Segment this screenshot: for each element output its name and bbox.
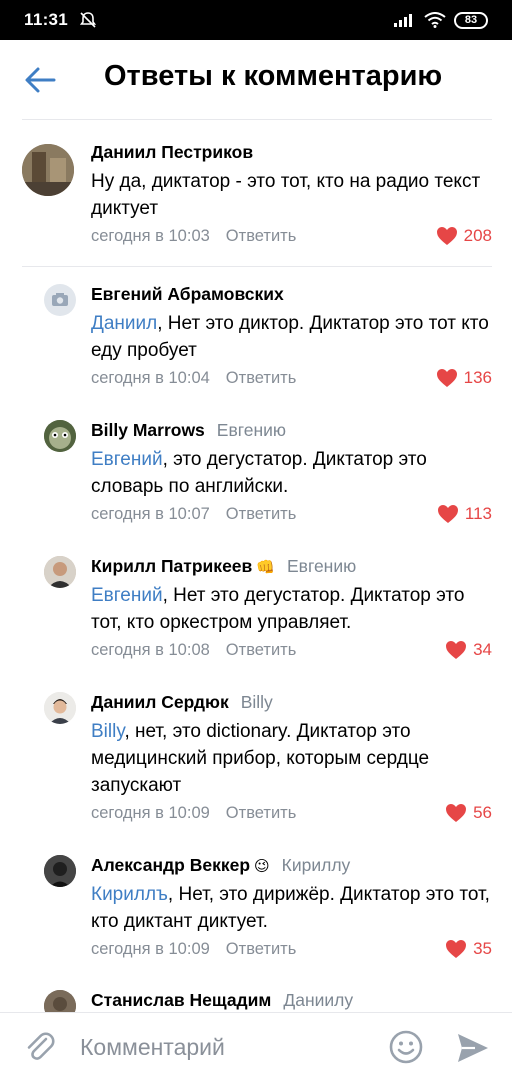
camera-icon — [52, 293, 68, 306]
author-name[interactable]: Станислав Нещадим — [91, 990, 271, 1011]
like-button[interactable]: 113 — [437, 504, 492, 524]
comment-input[interactable] — [80, 1027, 370, 1067]
status-bar: 11:31 83 — [0, 0, 512, 40]
like-button[interactable]: 56 — [445, 803, 492, 823]
emoji-icon[interactable] — [388, 1029, 424, 1065]
send-icon[interactable] — [455, 1030, 491, 1066]
heart-icon — [446, 641, 467, 659]
notifications-off-icon — [79, 12, 97, 28]
mention-link[interactable]: Кириллъ — [91, 884, 168, 905]
status-time: 11:31 — [24, 10, 69, 29]
battery-icon: 83 — [454, 11, 488, 29]
like-count: 56 — [473, 803, 492, 822]
reply-button[interactable]: Ответить — [226, 369, 297, 388]
like-button[interactable]: 34 — [445, 640, 492, 660]
avatar[interactable] — [22, 144, 74, 196]
reply-button[interactable]: Ответить — [226, 804, 297, 823]
mention-link[interactable]: Евгений — [91, 585, 163, 606]
arrow-left-icon — [25, 67, 56, 93]
avatar-photo — [44, 855, 76, 887]
avatar[interactable] — [44, 284, 76, 316]
comment-date: сегодня в 10:07 — [91, 504, 210, 523]
mention-link[interactable]: Billy — [91, 721, 124, 742]
like-count: 34 — [473, 640, 492, 659]
like-button[interactable]: 208 — [436, 226, 492, 246]
back-button[interactable] — [10, 50, 70, 110]
signal-icon — [394, 14, 412, 27]
author-name[interactable]: Кирилл Патрикеев — [91, 556, 252, 577]
avatar-photo — [22, 144, 74, 196]
header-divider — [22, 119, 492, 120]
heart-icon — [436, 227, 457, 245]
avatar-photo — [44, 692, 76, 724]
comment-date: сегодня в 10:09 — [91, 803, 210, 822]
reply-button[interactable]: Ответить — [226, 641, 297, 660]
avatar[interactable] — [44, 420, 76, 452]
comment-item: Александр Веккер 😉 Кириллу Кириллъ, Нет,… — [0, 855, 512, 965]
avatar[interactable] — [44, 556, 76, 588]
author-name[interactable]: Евгений Абрамовских — [91, 284, 284, 305]
emoji-status: 😉 — [254, 858, 270, 875]
like-count: 35 — [473, 939, 492, 958]
heart-icon — [446, 804, 467, 822]
avatar-photo — [44, 990, 76, 1012]
avatar[interactable] — [44, 855, 76, 887]
page-title: Ответы к комментарию — [104, 60, 443, 92]
like-button[interactable]: 136 — [436, 368, 492, 388]
comment-text: Даниил, Нет это диктор. Диктатор это тот… — [91, 310, 492, 364]
reply-to-label[interactable]: Billy — [241, 692, 273, 713]
comment-date: сегодня в 10:09 — [91, 939, 210, 958]
attach-icon[interactable] — [22, 1029, 58, 1065]
author-name[interactable]: Александр Веккер — [91, 855, 250, 876]
thread-divider — [22, 266, 492, 267]
comment-item: Евгений Абрамовских Даниил, Нет это дикт… — [0, 284, 512, 394]
like-count: 208 — [463, 226, 492, 245]
comment-date: сегодня в 10:03 — [91, 226, 210, 245]
comment-text-body: , нет, это dictionary. Диктатор это меди… — [91, 721, 430, 796]
reply-to-label[interactable]: Евгению — [217, 420, 286, 441]
comment-item: Billy Marrows Евгению Евгений, это дегус… — [0, 420, 512, 530]
comment-date: сегодня в 10:04 — [91, 368, 210, 387]
comment-text: Кириллъ, Нет, это дирижёр. Диктатор это … — [91, 881, 492, 935]
like-count: 113 — [464, 504, 492, 523]
reply-button[interactable]: Ответить — [226, 227, 297, 246]
author-name[interactable]: Даниил Пестриков — [91, 142, 253, 163]
avatar[interactable] — [44, 692, 76, 724]
author-name[interactable]: Billy Marrows — [91, 420, 205, 441]
comment-text: Евгений, это дегустатор. Диктатор это сл… — [91, 446, 492, 500]
comment-text: Ну да, диктатор - это тот, кто на радио … — [91, 171, 481, 219]
mention-link[interactable]: Даниил — [91, 313, 157, 334]
comment-text: Billy, нет, это dictionary. Диктатор это… — [91, 718, 492, 799]
comment-item: Станислав Нещадим Даниилу — [0, 990, 512, 1012]
comment-date: сегодня в 10:08 — [91, 640, 210, 659]
author-name[interactable]: Даниил Сердюк — [91, 692, 229, 713]
reply-to-label[interactable]: Даниилу — [283, 990, 353, 1011]
comment-item: Кирилл Патрикеев 👊 Евгению Евгений, Нет … — [0, 556, 512, 666]
reply-button[interactable]: Ответить — [226, 505, 297, 524]
wifi-icon — [424, 12, 446, 28]
emoji-status: 👊 — [256, 559, 275, 576]
reply-to-label[interactable]: Евгению — [287, 556, 356, 577]
like-count: 136 — [463, 368, 492, 387]
comment-item: Даниил Сердюк Billy Billy, нет, это dict… — [0, 692, 512, 832]
mention-link[interactable]: Евгений — [91, 449, 163, 470]
avatar-photo — [44, 420, 76, 452]
avatar[interactable] — [44, 990, 76, 1012]
heart-icon — [437, 505, 458, 523]
comment-text: Евгений, Нет это дегустатор. Диктатор эт… — [91, 582, 492, 636]
avatar-photo — [44, 556, 76, 588]
like-button[interactable]: 35 — [445, 939, 492, 959]
reply-button[interactable]: Ответить — [226, 940, 297, 959]
heart-icon — [446, 940, 467, 958]
heart-icon — [436, 369, 457, 387]
comment-composer — [0, 1012, 512, 1080]
comment-item: Даниил Пестриков Ну да, диктатор - это т… — [0, 142, 512, 262]
reply-to-label[interactable]: Кириллу — [282, 855, 351, 876]
header: Ответы к комментарию — [0, 40, 512, 120]
